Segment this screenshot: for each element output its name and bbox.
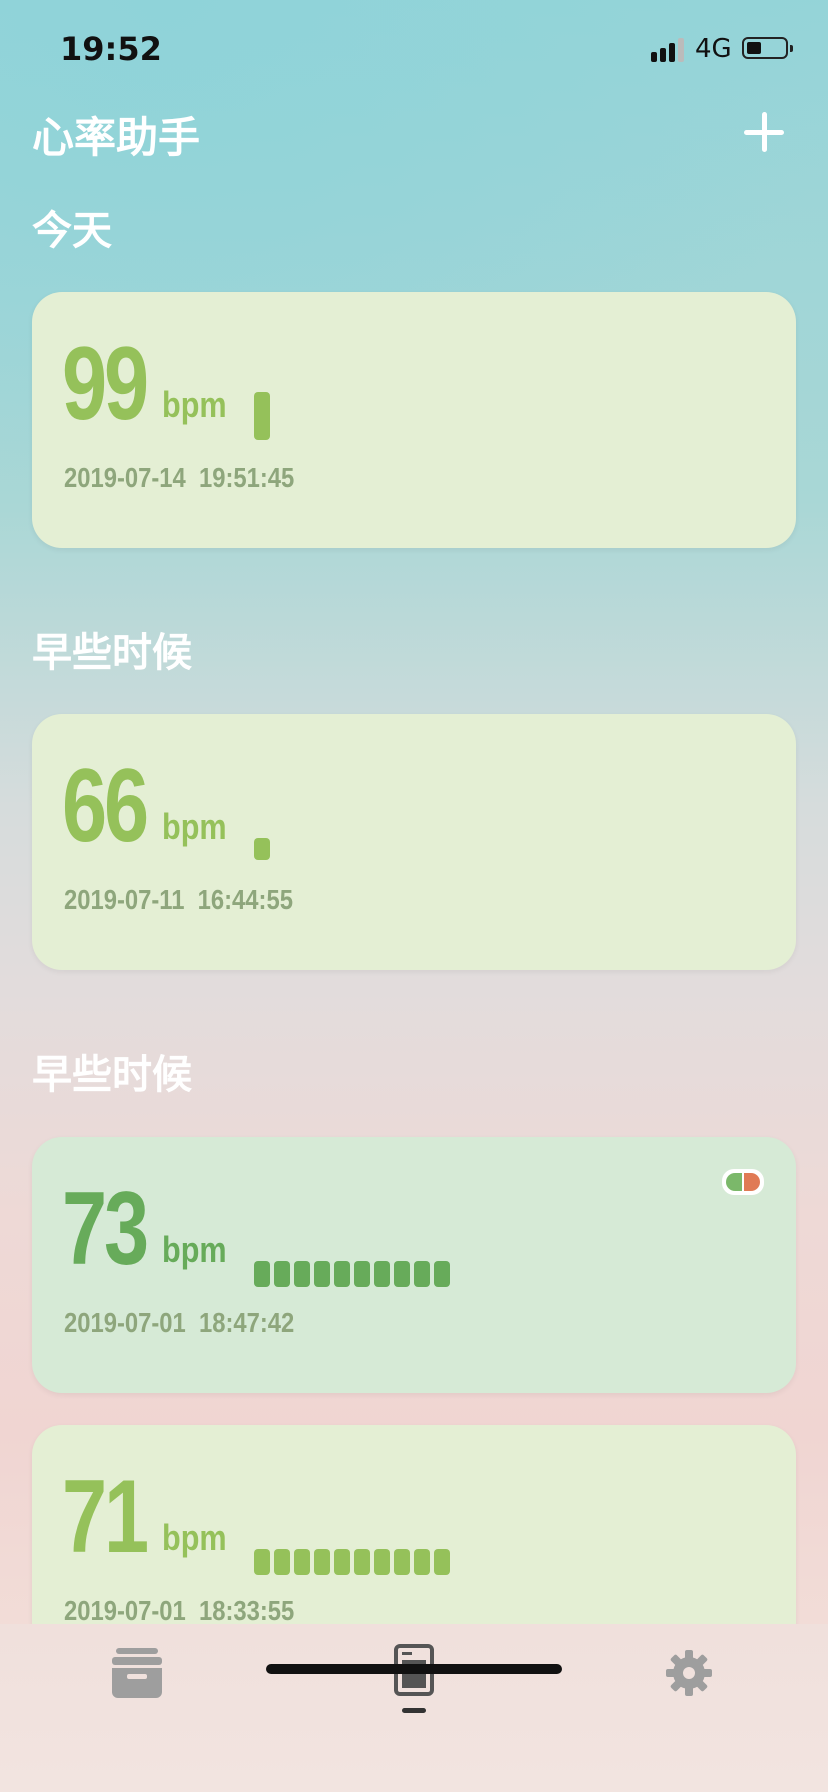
heart-bar xyxy=(334,1261,350,1287)
bpm-unit: bpm xyxy=(162,384,227,425)
heart-bar xyxy=(294,1261,310,1287)
signal-icon xyxy=(651,36,687,62)
record-card[interactable]: 99 bpm 2019-07-14 19:51:45 xyxy=(32,292,796,548)
heart-bar xyxy=(354,1549,370,1575)
heart-bar xyxy=(294,1549,310,1575)
heart-bar xyxy=(314,1261,330,1287)
heart-bar xyxy=(274,1549,290,1575)
heart-bar xyxy=(254,1261,270,1287)
home-indicator xyxy=(266,1664,562,1674)
active-tab-indicator xyxy=(402,1708,426,1713)
record-date: 2019-07-01 18:33:55 xyxy=(64,1595,295,1626)
bpm-unit: bpm xyxy=(162,1517,227,1558)
heart-bar xyxy=(314,1549,330,1575)
heart-bar xyxy=(354,1261,370,1287)
network-type: 4G xyxy=(695,34,732,64)
section-title-today: 今天 xyxy=(32,208,112,254)
heart-bar xyxy=(434,1261,450,1287)
heart-bar xyxy=(414,1261,430,1287)
heart-bar xyxy=(374,1549,390,1575)
heart-bar xyxy=(394,1549,410,1575)
battery-icon xyxy=(742,37,793,59)
section-title-earlier: 早些时候 xyxy=(32,1052,192,1098)
record-date: 2019-07-14 19:51:45 xyxy=(64,462,295,493)
pill-icon xyxy=(722,1169,764,1195)
bpm-unit: bpm xyxy=(162,1229,227,1270)
tab-bar xyxy=(0,1624,828,1792)
plus-icon[interactable] xyxy=(744,112,784,152)
bpm-value: 99 xyxy=(62,326,149,442)
record-date: 2019-07-11 16:44:55 xyxy=(64,884,293,915)
status-time: 19:52 xyxy=(60,30,162,68)
app-title: 心率助手 xyxy=(32,113,201,162)
bpm-value: 73 xyxy=(62,1171,149,1287)
gear-icon[interactable] xyxy=(664,1648,714,1698)
heart-bar xyxy=(274,1261,290,1287)
heart-bar xyxy=(434,1549,450,1575)
heart-bar xyxy=(254,838,270,860)
record-date: 2019-07-01 18:47:42 xyxy=(64,1307,295,1338)
heart-bar xyxy=(254,1549,270,1575)
archive-icon[interactable] xyxy=(112,1648,162,1698)
status-bar: 19:52 4G xyxy=(0,0,828,100)
heart-bar xyxy=(414,1549,430,1575)
heart-bar xyxy=(334,1549,350,1575)
section-title-earlier: 早些时候 xyxy=(32,630,192,676)
record-card[interactable]: 73 bpm 2019-07-01 18:47:42 xyxy=(32,1137,796,1393)
bpm-value: 66 xyxy=(62,748,149,864)
heart-bar xyxy=(394,1261,410,1287)
record-card[interactable]: 66 bpm 2019-07-11 16:44:55 xyxy=(32,714,796,970)
heart-bar xyxy=(374,1261,390,1287)
bpm-unit: bpm xyxy=(162,806,227,847)
heart-bar xyxy=(254,392,270,440)
bpm-value: 71 xyxy=(62,1459,149,1575)
